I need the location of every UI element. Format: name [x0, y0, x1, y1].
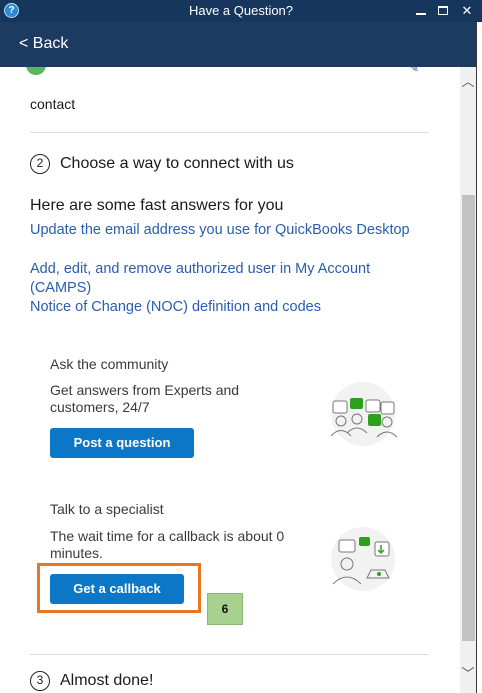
step-3-number: 3: [30, 671, 50, 691]
scroll-up-arrow-icon[interactable]: ︿: [460, 71, 476, 95]
step-2-label: Choose a way to connect with us: [60, 155, 294, 172]
step-3-label: Almost done!: [60, 672, 154, 689]
divider: [30, 654, 429, 655]
nav-header: < Back: [0, 22, 482, 67]
fast-answer-link-email[interactable]: Update the email address you use for Qui…: [30, 221, 430, 240]
community-description: Get answers from Experts and customers, …: [50, 382, 240, 415]
title-bar: ? Have a Question? ✕: [0, 0, 482, 22]
scroll-content: ✎ contact 2 Choose a way to connect with…: [0, 67, 460, 693]
specialist-title: Talk to a specialist: [50, 501, 164, 517]
step-2-number: 2: [30, 154, 50, 174]
minimize-button[interactable]: [410, 0, 432, 22]
have-a-question-window: ? Have a Question? ✕ < Back ✎ contact 2 …: [0, 0, 482, 693]
post-question-button[interactable]: Post a question: [50, 428, 194, 458]
step-3-heading: 3 Almost done!: [30, 671, 153, 691]
divider: [30, 132, 429, 133]
maximize-icon: [438, 6, 448, 15]
specialist-call-illustration: [331, 527, 395, 591]
scroll-thumb[interactable]: [462, 195, 475, 641]
close-button[interactable]: ✕: [456, 0, 478, 22]
minimize-icon: [416, 13, 426, 15]
fast-answer-link-noc[interactable]: Notice of Change (NOC) definition and co…: [30, 298, 430, 317]
window-border: [476, 22, 482, 693]
contact-text: contact: [30, 96, 76, 112]
community-title: Ask the community: [50, 356, 169, 372]
specialist-description: The wait time for a callback is about 0 …: [50, 528, 285, 561]
callback-highlight-box: [37, 563, 201, 613]
fast-answer-link-authorized-user[interactable]: Add, edit, and remove authorized user in…: [30, 260, 430, 297]
edit-pencil-icon[interactable]: ✎: [409, 67, 423, 75]
vertical-scrollbar[interactable]: ︿ ﹀: [460, 67, 476, 693]
scroll-down-arrow-icon[interactable]: ﹀: [460, 663, 476, 687]
step-2-heading: 2 Choose a way to connect with us: [30, 154, 294, 174]
community-chat-illustration: [330, 382, 398, 446]
step-number-badge: 6: [207, 593, 243, 625]
fast-answers-title: Here are some fast answers for you: [30, 197, 284, 214]
check-circle-icon: [26, 67, 46, 75]
maximize-button[interactable]: [432, 0, 454, 22]
back-button[interactable]: < Back: [19, 35, 68, 53]
